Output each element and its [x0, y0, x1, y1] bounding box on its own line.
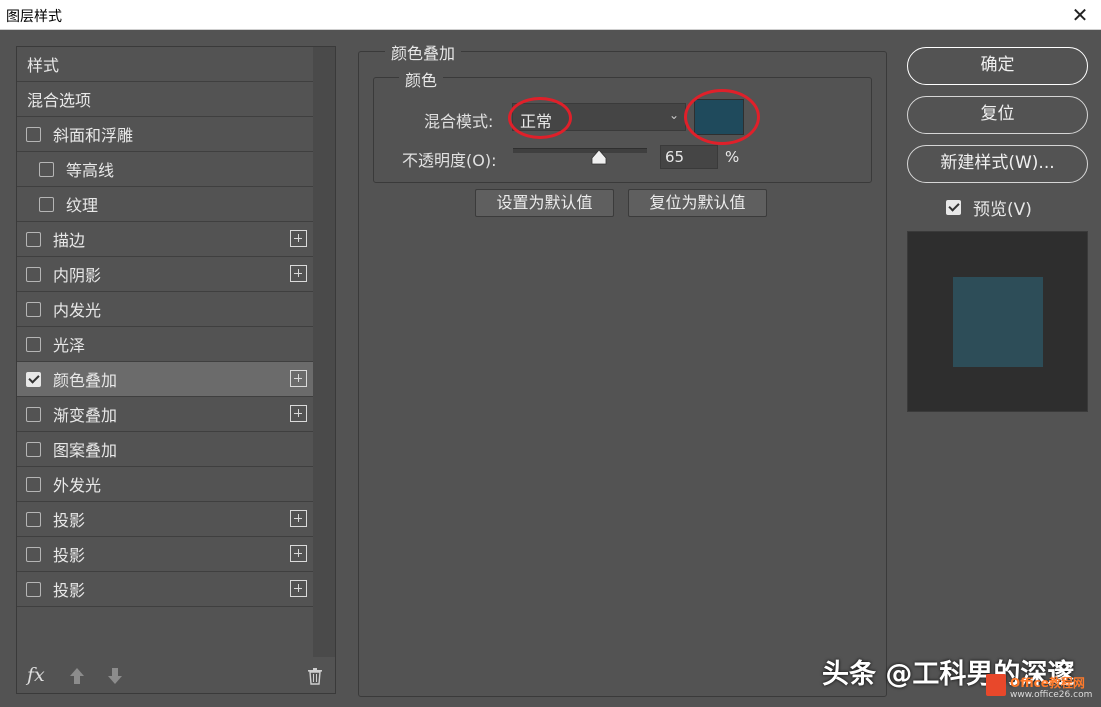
styles-scrollbar[interactable] — [313, 47, 335, 657]
dialog-title: 图层样式 — [6, 9, 62, 25]
add-icon[interactable] — [290, 405, 307, 422]
add-icon[interactable] — [290, 580, 307, 597]
style-checkbox[interactable] — [26, 336, 41, 352]
styles-header-label: 样式 — [27, 56, 60, 75]
add-icon[interactable] — [290, 545, 307, 562]
style-item[interactable]: 投影 — [17, 502, 313, 537]
style-item-label: 纹理 — [66, 196, 99, 215]
slider-thumb-icon[interactable] — [591, 149, 607, 165]
style-item[interactable]: 渐变叠加 — [17, 397, 313, 432]
style-item[interactable]: 等高线 — [17, 152, 313, 187]
style-item-label: 光泽 — [53, 336, 86, 355]
annotation-circle-blend-mode — [508, 97, 572, 139]
move-down-icon[interactable] — [107, 667, 123, 685]
annotation-circle-swatch — [684, 89, 760, 145]
opacity-label: 不透明度(O): — [402, 151, 497, 170]
style-item-label: 描边 — [53, 231, 86, 250]
style-item-label: 斜面和浮雕 — [53, 126, 134, 145]
move-up-icon[interactable] — [69, 667, 85, 685]
opacity-input[interactable]: 65 — [660, 145, 718, 169]
styles-list: 样式 混合选项 斜面和浮雕等高线纹理描边内阴影内发光光泽颜色叠加渐变叠加图案叠加… — [17, 47, 313, 607]
add-icon[interactable] — [290, 510, 307, 527]
style-preview — [907, 231, 1088, 412]
style-checkbox[interactable] — [26, 231, 41, 247]
preview-checkbox[interactable] — [946, 200, 961, 215]
new-style-button[interactable]: 新建样式(W)... — [907, 145, 1088, 183]
style-item[interactable]: 描边 — [17, 222, 313, 257]
style-item[interactable]: 内阴影 — [17, 257, 313, 292]
reset-button[interactable]: 复位 — [907, 96, 1088, 134]
add-icon[interactable] — [290, 230, 307, 247]
add-icon[interactable] — [290, 265, 307, 282]
style-item[interactable]: 光泽 — [17, 327, 313, 362]
trash-icon[interactable] — [307, 667, 323, 685]
style-item-label: 外发光 — [53, 476, 102, 495]
style-item[interactable]: 图案叠加 — [17, 432, 313, 467]
preview-label: 预览(V) — [973, 200, 1032, 220]
style-checkbox[interactable] — [26, 126, 41, 142]
opacity-slider[interactable] — [513, 148, 647, 153]
style-item[interactable]: 斜面和浮雕 — [17, 117, 313, 152]
color-overlay-title: 颜色叠加 — [385, 40, 462, 64]
style-item-label: 内阴影 — [53, 266, 102, 285]
color-group-title: 颜色 — [399, 67, 444, 91]
style-item[interactable]: 内发光 — [17, 292, 313, 327]
style-checkbox[interactable] — [26, 406, 41, 422]
style-item-label: 投影 — [53, 511, 86, 530]
chevron-down-icon: ⌄ — [668, 108, 679, 122]
style-item[interactable]: 外发光 — [17, 467, 313, 502]
style-checkbox[interactable] — [26, 441, 41, 457]
opacity-unit: % — [725, 148, 740, 166]
style-item[interactable]: 投影 — [17, 537, 313, 572]
styles-bottom-bar: fx — [17, 657, 335, 693]
style-item-label: 投影 — [53, 581, 86, 600]
fx-button[interactable]: fx — [27, 664, 45, 686]
style-item-label: 渐变叠加 — [53, 406, 118, 425]
style-checkbox[interactable] — [39, 161, 54, 177]
add-icon[interactable] — [290, 370, 307, 387]
set-default-button[interactable]: 设置为默认值 — [475, 189, 614, 217]
style-checkbox[interactable] — [26, 581, 41, 597]
styles-header[interactable]: 样式 — [17, 47, 313, 82]
office-logo-icon — [986, 674, 1006, 696]
style-item-label: 图案叠加 — [53, 441, 118, 460]
blending-options[interactable]: 混合选项 — [17, 82, 313, 117]
dialog-titlebar: 图层样式 ✕ — [0, 0, 1101, 30]
preview-toggle[interactable]: 预览(V) — [946, 195, 1032, 220]
style-checkbox[interactable] — [26, 371, 41, 387]
reset-default-button[interactable]: 复位为默认值 — [628, 189, 767, 217]
blending-options-label: 混合选项 — [27, 91, 92, 110]
blend-mode-label: 混合模式: — [424, 112, 494, 131]
logo-text: Office教程网 — [1010, 676, 1085, 690]
style-checkbox[interactable] — [26, 266, 41, 282]
style-checkbox[interactable] — [26, 301, 41, 317]
style-item[interactable]: 纹理 — [17, 187, 313, 222]
style-item-label: 颜色叠加 — [53, 371, 118, 390]
style-item-label: 投影 — [53, 546, 86, 565]
style-checkbox[interactable] — [26, 476, 41, 492]
style-item-label: 等高线 — [66, 161, 115, 180]
styles-panel: 样式 混合选项 斜面和浮雕等高线纹理描边内阴影内发光光泽颜色叠加渐变叠加图案叠加… — [16, 46, 336, 694]
style-item-label: 内发光 — [53, 301, 102, 320]
style-checkbox[interactable] — [39, 196, 54, 212]
style-checkbox[interactable] — [26, 511, 41, 527]
close-icon[interactable]: ✕ — [1069, 3, 1091, 27]
ok-button[interactable]: 确定 — [907, 47, 1088, 85]
style-item[interactable]: 颜色叠加 — [17, 362, 313, 397]
style-checkbox[interactable] — [26, 546, 41, 562]
preview-swatch — [953, 277, 1043, 367]
logo-url: www.office26.com — [1010, 690, 1093, 700]
style-item[interactable]: 投影 — [17, 572, 313, 607]
